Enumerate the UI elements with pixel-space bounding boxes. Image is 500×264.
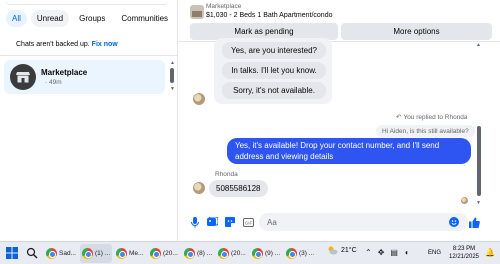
gif-icon[interactable]: GIF (242, 216, 254, 228)
taskbar-app-7[interactable]: (9) ... (250, 244, 282, 263)
windows-start-icon[interactable] (6, 247, 18, 259)
filter-groups[interactable]: Groups (73, 10, 111, 27)
taskbar-app-8[interactable]: (3) ... (284, 244, 316, 263)
windows-taskbar: Sad... (1) ... Me... (20... (8) ... (20.… (0, 241, 500, 264)
listing-thumbnail[interactable] (190, 5, 204, 19)
scroll-down-arrow-icon[interactable]: ▼ (170, 86, 175, 92)
weather-cloud-icon (328, 246, 338, 255)
outgoing-message-bubble[interactable]: Yes, it's available! Drop your contact n… (227, 138, 471, 164)
clock-time: 8:23 PM (452, 246, 476, 252)
chat-filters: All Unread Groups Communities (6, 10, 174, 27)
clock-date: 12/21/2025 (448, 254, 480, 260)
system-tray: ⌃ ✥ ▤ ◖ (365, 248, 409, 257)
taskbar-app-label: Sad... (59, 250, 76, 257)
incoming-sender-name: Rhonda (215, 171, 238, 178)
conversation-marketplace[interactable]: Marketplace · 49m (4, 60, 165, 94)
chevron-up-icon[interactable]: ⌃ (365, 248, 372, 257)
message-composer: GIF Aa (178, 210, 500, 236)
taskbar-app-2[interactable]: (1) ... (80, 244, 113, 263)
taskbar-app-label: (20... (231, 250, 246, 257)
temperature: 21°C (341, 247, 357, 254)
store-icon (10, 64, 36, 90)
scroll-up-arrow-icon[interactable]: ▲ (476, 42, 481, 48)
replied-text: You replied to Rhonda (403, 113, 468, 121)
conversation-scrollbar[interactable]: ▲ ▼ (476, 42, 482, 208)
taskbar-app-label: (20... (163, 250, 178, 257)
conversation-title: Marketplace (41, 68, 88, 77)
taskbar-app-4[interactable]: (20... (148, 244, 180, 263)
weather-widget[interactable]: 21°C (327, 246, 357, 255)
incoming-message-bubble[interactable]: 5085586128 (209, 180, 268, 197)
microphone-icon[interactable] (189, 216, 201, 228)
notification-bell-icon[interactable]: 🔔 (485, 248, 495, 257)
replied-note: ↶ You replied to Rhonda (396, 113, 468, 122)
chrome-icon (184, 248, 195, 259)
listing-title[interactable]: $1,030 - 2 Beds 1 Bath Apartment/condo (206, 12, 332, 19)
taskbar-app-label: (1) ... (95, 250, 111, 257)
taskbar-app-label: (3) ... (299, 250, 315, 257)
taskbar-app-1[interactable]: Sad... (44, 244, 78, 263)
photo-icon[interactable] (206, 216, 218, 228)
taskbar-app-5[interactable]: (8) ... (182, 244, 214, 263)
reply-arrow-icon: ↶ (396, 114, 402, 121)
chrome-icon (82, 248, 93, 259)
taskbar-app-label: (8) ... (197, 250, 213, 257)
language-indicator[interactable]: ENG (428, 250, 441, 256)
taskbar-app-label: Me... (129, 250, 144, 257)
listing-kicker: Marketplace (206, 3, 242, 10)
sticker-icon[interactable] (224, 216, 236, 228)
quick-reply-interested[interactable]: Yes, are you interested? (222, 42, 326, 59)
quoted-message[interactable]: Hi Aiden, is this still available? (376, 125, 475, 137)
network-icon[interactable]: ▤ (390, 248, 398, 257)
listing-header: Marketplace $1,030 - 2 Beds 1 Bath Apart… (178, 0, 500, 42)
filter-all[interactable]: All (6, 10, 27, 27)
quick-reply-not-available[interactable]: Sorry, it's not available. (222, 82, 326, 99)
chrome-icon (286, 248, 297, 259)
conversation-panel: Marketplace $1,030 - 2 Beds 1 Bath Apart… (178, 0, 500, 241)
taskbar-app-3[interactable]: Me... (114, 244, 145, 263)
chrome-icon (150, 248, 161, 259)
fix-now-link[interactable]: Fix now (92, 41, 118, 48)
like-icon[interactable] (468, 216, 480, 228)
scrollbar-thumb[interactable] (170, 68, 174, 83)
taskbar-app-label: (9) ... (265, 250, 281, 257)
taskbar-clock[interactable]: 8:23 PM 12/21/2025 (447, 245, 481, 261)
filter-unread[interactable]: Unread (30, 10, 70, 27)
quick-reply-in-talks[interactable]: In talks. I'll let you know. (222, 62, 326, 79)
emoji-icon[interactable] (448, 216, 460, 228)
divider (0, 55, 177, 56)
backup-text: Chats aren't backed up. (16, 41, 90, 48)
search-area-edge (6, 0, 168, 5)
chat-list-scrollbar[interactable]: ▲ ▼ (170, 60, 175, 92)
message-input[interactable]: Aa (259, 213, 468, 231)
contact-avatar (193, 182, 205, 194)
scrollbar-thumb[interactable] (477, 126, 481, 196)
chrome-icon (252, 248, 263, 259)
contact-avatar (193, 93, 205, 105)
scroll-down-arrow-icon[interactable]: ▼ (476, 200, 481, 206)
chrome-icon (218, 248, 229, 259)
conversation-time: · 49m (45, 79, 62, 86)
chrome-icon (46, 248, 57, 259)
chat-list-panel: All Unread Groups Communities Chats aren… (0, 0, 178, 241)
filter-communities[interactable]: Communities (115, 10, 174, 27)
move-icon[interactable]: ✥ (378, 248, 385, 257)
read-receipt-avatar (461, 197, 468, 204)
scroll-up-arrow-icon[interactable]: ▲ (170, 60, 175, 66)
svg-text:GIF: GIF (244, 220, 252, 225)
more-options-button[interactable]: More options (341, 23, 492, 40)
taskbar-app-6[interactable]: (20... (216, 244, 248, 263)
backup-notice: Chats aren't backed up. Fix now (16, 41, 118, 48)
taskbar-search-icon[interactable] (26, 247, 38, 259)
volume-icon[interactable]: ◖ (404, 248, 409, 257)
chrome-icon (116, 248, 127, 259)
